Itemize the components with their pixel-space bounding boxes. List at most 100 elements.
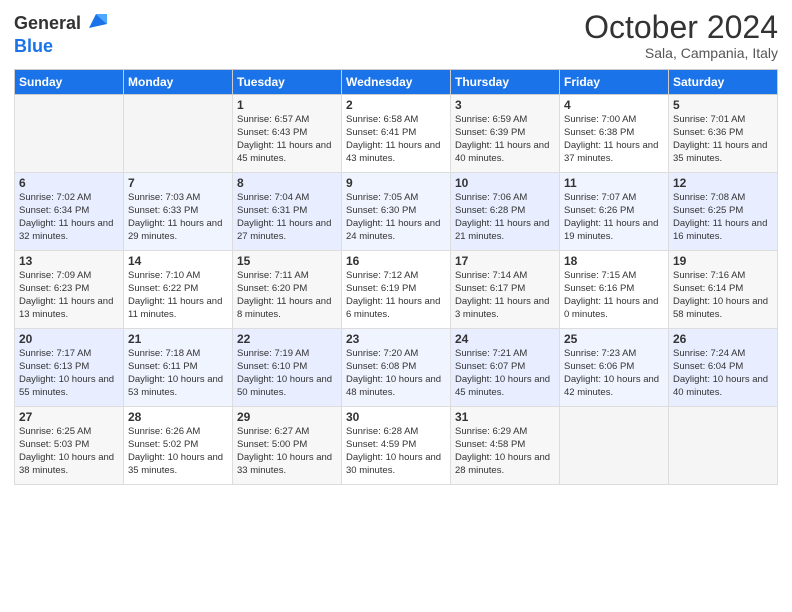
day-info: Sunrise: 6:29 AM Sunset: 4:58 PM Dayligh… (455, 426, 555, 477)
col-thursday: Thursday (451, 70, 560, 95)
day-number: 6 (19, 176, 119, 190)
day-number: 29 (237, 410, 337, 424)
col-wednesday: Wednesday (342, 70, 451, 95)
table-row: 24Sunrise: 7:21 AM Sunset: 6:07 PM Dayli… (451, 329, 560, 407)
day-number: 5 (673, 98, 773, 112)
table-row: 9 Sunrise: 7:05 AM Sunset: 6:30 PM Daylig… (342, 173, 451, 251)
day-number: 9 (346, 176, 446, 190)
day-info: Sunrise: 7:04 AM Sunset: 6:31 PM Dayligh… (237, 192, 337, 243)
table-row: 5 Sunrise: 7:01 AM Sunset: 6:36 PM Daylig… (669, 95, 778, 173)
table-row: 10 Sunrise: 7:06 AM Sunset: 6:28 PM Dayli… (451, 173, 560, 251)
day-number: 14 (128, 254, 228, 268)
calendar-week-row: 6Sunrise: 7:02 AM Sunset: 6:34 PM Daylig… (15, 173, 778, 251)
day-number: 28 (128, 410, 228, 424)
day-info: Sunrise: 6:58 AM Sunset: 6:41 PM Dayligh… (346, 114, 446, 165)
day-number: 4 (564, 98, 664, 112)
table-row: 15 Sunrise: 7:11 AM Sunset: 6:20 PM Dayli… (233, 251, 342, 329)
table-row: 28 Sunrise: 6:26 AM Sunset: 5:02 PM Dayli… (124, 407, 233, 485)
day-info: Sunrise: 6:27 AM Sunset: 5:00 PM Dayligh… (237, 426, 337, 477)
day-info: Sunrise: 7:01 AM Sunset: 6:36 PM Dayligh… (673, 114, 773, 165)
col-saturday: Saturday (669, 70, 778, 95)
day-number: 20 (19, 332, 119, 346)
calendar-week-row: 27Sunrise: 6:25 AM Sunset: 5:03 PM Dayli… (15, 407, 778, 485)
table-row: 23Sunrise: 7:20 AM Sunset: 6:08 PM Dayli… (342, 329, 451, 407)
day-info: Sunrise: 7:08 AM Sunset: 6:25 PM Dayligh… (673, 192, 773, 243)
col-tuesday: Tuesday (233, 70, 342, 95)
day-info: Sunrise: 6:26 AM Sunset: 5:02 PM Dayligh… (128, 426, 228, 477)
day-number: 24 (455, 332, 555, 346)
table-row: 16 Sunrise: 7:12 AM Sunset: 6:19 PM Dayli… (342, 251, 451, 329)
day-number: 31 (455, 410, 555, 424)
table-row: 20 Sunrise: 7:17 AM Sunset: 6:13 PM Dayli… (15, 329, 124, 407)
calendar-header-row: Sunday Monday Tuesday Wednesday Thursday… (15, 70, 778, 95)
table-row: 13 Sunrise: 7:09 AM Sunset: 6:23 PM Dayli… (15, 251, 124, 329)
day-number: 23 (346, 332, 446, 346)
table-row: 2 Sunrise: 6:58 AM Sunset: 6:41 PM Daylig… (342, 95, 451, 173)
day-number: 8 (237, 176, 337, 190)
day-info: Sunrise: 7:16 AM Sunset: 6:14 PM Dayligh… (673, 270, 773, 321)
col-friday: Friday (560, 70, 669, 95)
table-row: 6Sunrise: 7:02 AM Sunset: 6:34 PM Daylig… (15, 173, 124, 251)
logo-icon (85, 10, 107, 32)
table-row: 22 Sunrise: 7:19 AM Sunset: 6:10 PM Dayli… (233, 329, 342, 407)
day-number: 25 (564, 332, 664, 346)
table-row (560, 407, 669, 485)
day-number: 26 (673, 332, 773, 346)
page-container: General Blue October 2024 Sala, Campania… (0, 0, 792, 495)
calendar-week-row: 20 Sunrise: 7:17 AM Sunset: 6:13 PM Dayli… (15, 329, 778, 407)
location-subtitle: Sala, Campania, Italy (584, 45, 778, 61)
table-row: 21 Sunrise: 7:18 AM Sunset: 6:11 PM Dayli… (124, 329, 233, 407)
table-row (15, 95, 124, 173)
table-row: 11Sunrise: 7:07 AM Sunset: 6:26 PM Dayli… (560, 173, 669, 251)
day-number: 10 (455, 176, 555, 190)
table-row: 4 Sunrise: 7:00 AM Sunset: 6:38 PM Daylig… (560, 95, 669, 173)
day-info: Sunrise: 6:59 AM Sunset: 6:39 PM Dayligh… (455, 114, 555, 165)
day-number: 15 (237, 254, 337, 268)
day-info: Sunrise: 7:03 AM Sunset: 6:33 PM Dayligh… (128, 192, 228, 243)
table-row: 12 Sunrise: 7:08 AM Sunset: 6:25 PM Dayli… (669, 173, 778, 251)
day-number: 17 (455, 254, 555, 268)
day-number: 12 (673, 176, 773, 190)
table-row: 14 Sunrise: 7:10 AM Sunset: 6:22 PM Dayli… (124, 251, 233, 329)
day-info: Sunrise: 7:00 AM Sunset: 6:38 PM Dayligh… (564, 114, 664, 165)
day-info: Sunrise: 7:23 AM Sunset: 6:06 PM Dayligh… (564, 348, 664, 399)
day-info: Sunrise: 7:09 AM Sunset: 6:23 PM Dayligh… (19, 270, 119, 321)
day-number: 13 (19, 254, 119, 268)
day-number: 2 (346, 98, 446, 112)
day-info: Sunrise: 7:12 AM Sunset: 6:19 PM Dayligh… (346, 270, 446, 321)
day-info: Sunrise: 7:18 AM Sunset: 6:11 PM Dayligh… (128, 348, 228, 399)
day-info: Sunrise: 7:14 AM Sunset: 6:17 PM Dayligh… (455, 270, 555, 321)
day-info: Sunrise: 6:28 AM Sunset: 4:59 PM Dayligh… (346, 426, 446, 477)
table-row (124, 95, 233, 173)
table-row: 19Sunrise: 7:16 AM Sunset: 6:14 PM Dayli… (669, 251, 778, 329)
table-row: 27Sunrise: 6:25 AM Sunset: 5:03 PM Dayli… (15, 407, 124, 485)
day-info: Sunrise: 7:17 AM Sunset: 6:13 PM Dayligh… (19, 348, 119, 399)
day-number: 21 (128, 332, 228, 346)
table-row: 25 Sunrise: 7:23 AM Sunset: 6:06 PM Dayli… (560, 329, 669, 407)
day-info: Sunrise: 6:25 AM Sunset: 5:03 PM Dayligh… (19, 426, 119, 477)
table-row (669, 407, 778, 485)
table-row: 3 Sunrise: 6:59 AM Sunset: 6:39 PM Daylig… (451, 95, 560, 173)
col-sunday: Sunday (15, 70, 124, 95)
col-monday: Monday (124, 70, 233, 95)
day-number: 1 (237, 98, 337, 112)
table-row: 18Sunrise: 7:15 AM Sunset: 6:16 PM Dayli… (560, 251, 669, 329)
calendar-week-row: 13 Sunrise: 7:09 AM Sunset: 6:23 PM Dayli… (15, 251, 778, 329)
table-row: 31 Sunrise: 6:29 AM Sunset: 4:58 PM Dayli… (451, 407, 560, 485)
day-number: 7 (128, 176, 228, 190)
day-info: Sunrise: 7:24 AM Sunset: 6:04 PM Dayligh… (673, 348, 773, 399)
day-info: Sunrise: 7:06 AM Sunset: 6:28 PM Dayligh… (455, 192, 555, 243)
logo: General Blue (14, 10, 107, 57)
day-info: Sunrise: 7:15 AM Sunset: 6:16 PM Dayligh… (564, 270, 664, 321)
calendar-week-row: 1Sunrise: 6:57 AM Sunset: 6:43 PM Daylig… (15, 95, 778, 173)
day-info: Sunrise: 7:05 AM Sunset: 6:30 PM Dayligh… (346, 192, 446, 243)
day-number: 22 (237, 332, 337, 346)
day-number: 30 (346, 410, 446, 424)
day-info: Sunrise: 7:19 AM Sunset: 6:10 PM Dayligh… (237, 348, 337, 399)
day-number: 3 (455, 98, 555, 112)
logo-blue: Blue (14, 36, 53, 56)
day-info: Sunrise: 7:10 AM Sunset: 6:22 PM Dayligh… (128, 270, 228, 321)
logo-general: General (14, 14, 81, 34)
day-info: Sunrise: 7:11 AM Sunset: 6:20 PM Dayligh… (237, 270, 337, 321)
day-number: 16 (346, 254, 446, 268)
